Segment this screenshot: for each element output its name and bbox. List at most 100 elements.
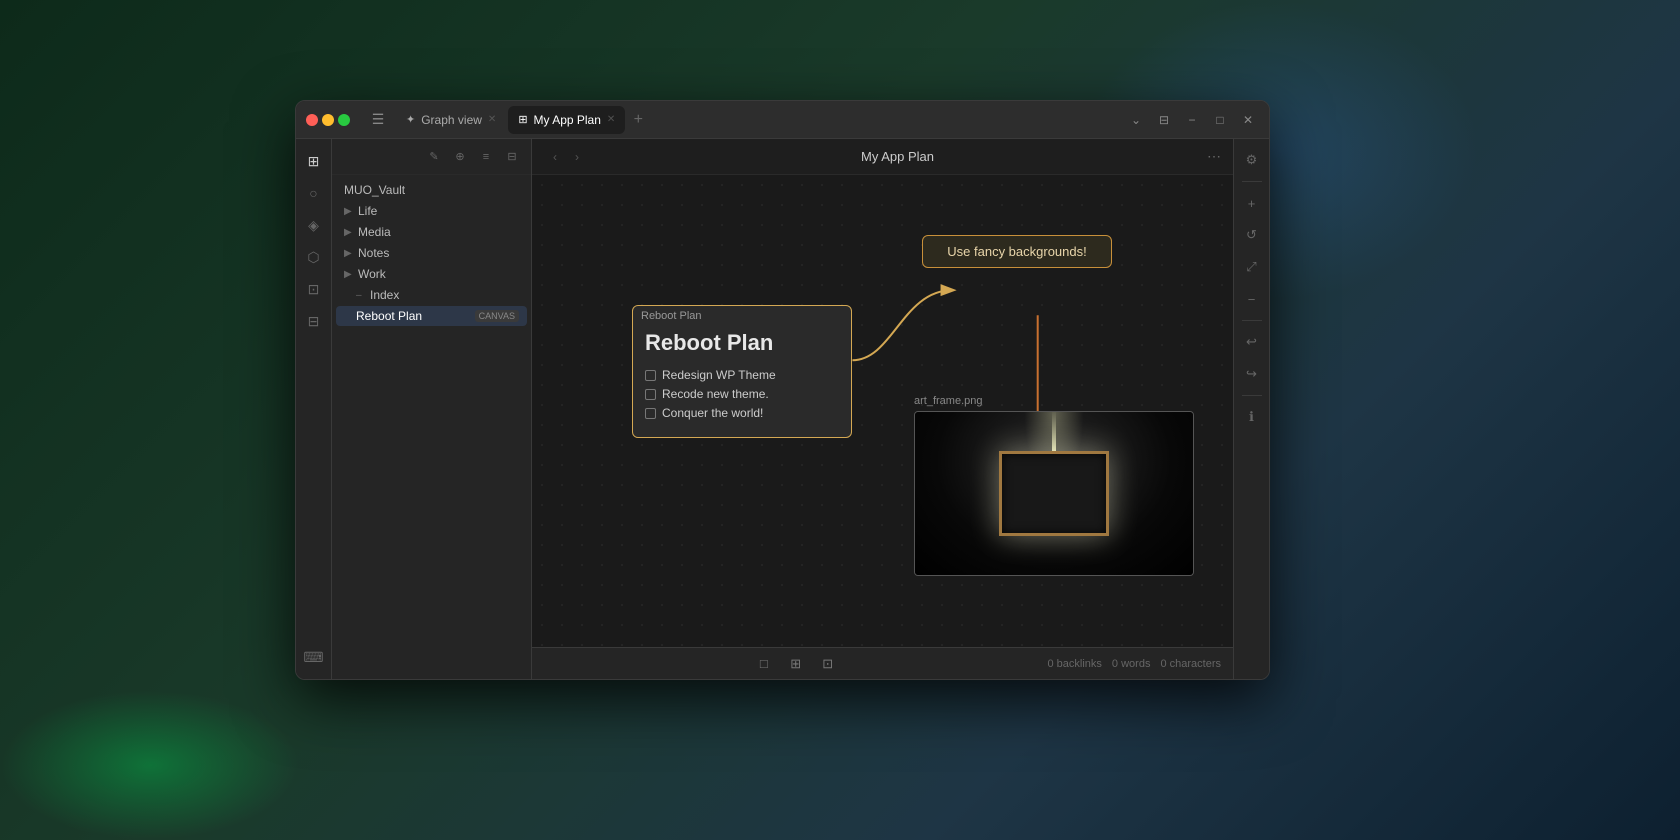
tab-my-app-plan[interactable]: ⊞ My App Plan ✕	[508, 106, 625, 134]
text-node[interactable]: Use fancy backgrounds!	[922, 235, 1112, 268]
right-panel-sep-2	[1242, 320, 1262, 321]
nav-bar: ‹ › My App Plan ⋯	[532, 139, 1233, 175]
image-node-frame	[914, 411, 1194, 576]
image-node-title: art_frame.png	[914, 393, 1194, 411]
tree-item-notes[interactable]: ▶ Notes	[336, 243, 527, 263]
list-item-1-text: Redesign WP Theme	[662, 368, 776, 382]
sidebar-graph-icon[interactable]: ⬡	[300, 243, 328, 271]
right-refresh-icon[interactable]: ↺	[1239, 222, 1265, 248]
minimize-button[interactable]	[322, 114, 334, 126]
list-item-2: Recode new theme.	[645, 387, 839, 401]
tree-arrow-media: ▶	[344, 227, 354, 238]
tree-root-label: MUO_Vault	[344, 183, 519, 197]
tree-label-notes: Notes	[358, 246, 519, 260]
file-tree-content: MUO_Vault ▶ Life ▶ Media ▶ Notes ▶ Work	[332, 175, 531, 679]
tab-my-app-plan-label: My App Plan	[534, 113, 601, 127]
right-settings-icon[interactable]: ⚙	[1239, 147, 1265, 173]
words-stat: 0 words	[1112, 658, 1151, 670]
right-panel: ⚙ + ↺ ⤢ − ↩ ↪ ℹ	[1233, 139, 1269, 679]
characters-stat: 0 characters	[1160, 658, 1221, 670]
bottom-bar-right: 0 backlinks 0 words 0 characters	[1048, 658, 1221, 670]
canvas-tab-icon: ⊞	[518, 113, 527, 126]
tree-item-work[interactable]: ▶ Work	[336, 264, 527, 284]
title-bar: ☰ ✦ Graph view ✕ ⊞ My App Plan ✕ + ⌄ ⊟ −…	[296, 101, 1269, 139]
new-tab-button[interactable]: +	[627, 109, 649, 131]
bg-glow-green	[0, 690, 300, 840]
tree-item-index[interactable]: – Index	[336, 285, 527, 305]
tree-item-media[interactable]: ▶ Media	[336, 222, 527, 242]
tree-arrow-index: –	[356, 290, 366, 301]
back-button[interactable]: ‹	[544, 146, 566, 168]
sidebar-toggle-button[interactable]: ☰	[364, 106, 392, 134]
tree-label-my-app-plan: Reboot Plan	[356, 309, 471, 323]
sidebar-files-icon[interactable]: ⊞	[300, 147, 328, 175]
window-maximize-btn[interactable]: □	[1209, 109, 1231, 131]
checkbox-1[interactable]	[645, 370, 656, 381]
sidebar-search-icon[interactable]: ○	[300, 179, 328, 207]
tree-arrow-life: ▶	[344, 206, 354, 217]
main-area: ‹ › My App Plan ⋯	[532, 139, 1233, 679]
note-node-heading: Reboot Plan	[645, 330, 839, 356]
window-minimize-btn[interactable]: −	[1181, 109, 1203, 131]
tab-graph-label: Graph view	[421, 113, 482, 127]
tab-myappplan-close[interactable]: ✕	[607, 114, 615, 125]
tab-graph-view[interactable]: ✦ Graph view ✕	[396, 106, 506, 134]
text-node-content: Use fancy backgrounds!	[947, 244, 1086, 259]
tree-item-life[interactable]: ▶ Life	[336, 201, 527, 221]
tree-item-my-app-plan[interactable]: Reboot Plan CANVAS	[336, 306, 527, 326]
tree-root[interactable]: MUO_Vault	[336, 180, 527, 200]
art-frame-spotlight	[1052, 411, 1056, 451]
sidebar-terminal-icon[interactable]: ⌨	[300, 643, 328, 671]
forward-button[interactable]: ›	[566, 146, 588, 168]
checkbox-3[interactable]	[645, 408, 656, 419]
left-sidebar: ⊞ ○ ◈ ⬡ ⊡ ⊟ ⌨	[296, 139, 332, 679]
list-item-1: Redesign WP Theme	[645, 368, 839, 382]
right-undo-icon[interactable]: ↩	[1239, 329, 1265, 355]
bottom-media-icon[interactable]: ⊡	[816, 652, 840, 676]
file-tree-header: ✎ ⊕ ≡ ⊟	[332, 139, 531, 175]
tree-arrow-work: ▶	[344, 269, 354, 280]
graph-tab-icon: ✦	[406, 113, 415, 126]
checkbox-2[interactable]	[645, 389, 656, 400]
tree-label-work: Work	[358, 267, 519, 281]
split-view-button[interactable]: ⊟	[1153, 109, 1175, 131]
list-item-3: Conquer the world!	[645, 406, 839, 420]
close-button[interactable]	[306, 114, 318, 126]
collapse-action-btn[interactable]: ⊟	[501, 146, 523, 168]
art-frame-inner	[999, 451, 1109, 536]
new-folder-action-btn[interactable]: ⊕	[449, 146, 471, 168]
right-redo-icon[interactable]: ↪	[1239, 361, 1265, 387]
content-area: ⊞ ○ ◈ ⬡ ⊡ ⊟ ⌨ ✎ ⊕ ≡ ⊟ MUO_Vault ▶ Life	[296, 139, 1269, 679]
list-item-2-text: Recode new theme.	[662, 387, 769, 401]
bottom-new-note-icon[interactable]: □	[752, 652, 776, 676]
tab-graph-close[interactable]: ✕	[488, 114, 496, 125]
tree-label-life: Life	[358, 204, 519, 218]
expand-panel-button[interactable]: ⌄	[1125, 109, 1147, 131]
title-bar-right: ⌄ ⊟ − □ ✕	[1125, 109, 1269, 131]
note-node[interactable]: Reboot Plan Reboot Plan Redesign WP Them…	[632, 305, 852, 438]
canvas-area[interactable]: Reboot Plan Reboot Plan Redesign WP Them…	[532, 175, 1233, 647]
nav-more-button[interactable]: ⋯	[1207, 148, 1221, 165]
right-expand-icon[interactable]: ⤢	[1239, 254, 1265, 280]
sort-action-btn[interactable]: ≡	[475, 146, 497, 168]
window-close-btn[interactable]: ✕	[1237, 109, 1259, 131]
note-node-content: Reboot Plan Redesign WP Theme Recode new…	[633, 322, 851, 437]
right-info-icon[interactable]: ℹ	[1239, 404, 1265, 430]
tree-arrow-notes: ▶	[344, 248, 354, 259]
bottom-bar: □ ⊞ ⊡ 0 backlinks 0 words 0 characters	[532, 647, 1233, 679]
right-minus-icon[interactable]: −	[1239, 286, 1265, 312]
note-node-list: Redesign WP Theme Recode new theme. Conq…	[645, 368, 839, 420]
sidebar-docs-icon[interactable]: ⊟	[300, 307, 328, 335]
bottom-duplicate-icon[interactable]: ⊞	[784, 652, 808, 676]
tree-label-index: Index	[370, 288, 519, 302]
right-plus-icon[interactable]: +	[1239, 190, 1265, 216]
backlinks-stat: 0 backlinks	[1048, 658, 1102, 670]
note-node-title: Reboot Plan	[633, 306, 851, 322]
new-note-action-btn[interactable]: ✎	[423, 146, 445, 168]
image-node[interactable]: art_frame.png	[914, 393, 1194, 576]
sidebar-bookmark-icon[interactable]: ◈	[300, 211, 328, 239]
sidebar-calendar-icon[interactable]: ⊡	[300, 275, 328, 303]
obsidian-window: ☰ ✦ Graph view ✕ ⊞ My App Plan ✕ + ⌄ ⊟ −…	[295, 100, 1270, 680]
maximize-button[interactable]	[338, 114, 350, 126]
list-item-3-text: Conquer the world!	[662, 406, 763, 420]
